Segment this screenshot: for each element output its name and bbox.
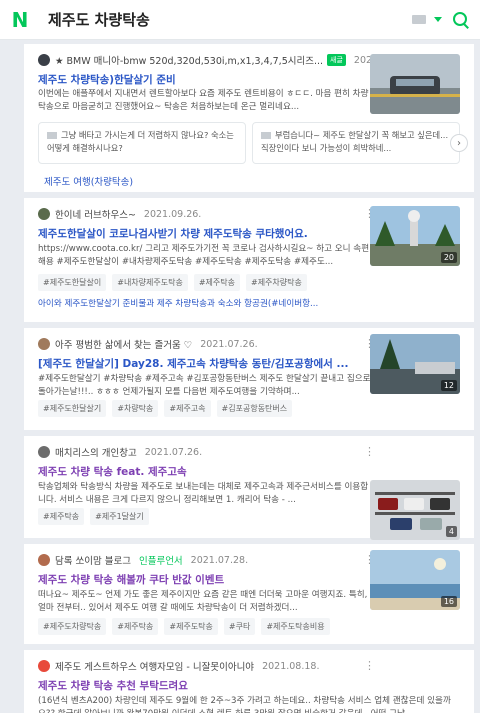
author-name[interactable]: 한이네 러브하우스~ [55, 207, 136, 221]
post-meta: 매치리스의 개인창고 2021.07.26. [38, 444, 418, 460]
hashtag[interactable]: #제주도탁송 [164, 618, 218, 635]
result-card: 한이네 러브하우스~ 2021.09.26. ⋮ 제주도한달살이 코로나검사받기… [24, 198, 474, 322]
tag-list: #제주도차량탁송 #제주탁송 #제주도탁송 #쿠타 #제주도탁송비용 [38, 618, 330, 635]
hashtag[interactable]: #제주탁송 [38, 508, 85, 525]
hashtag[interactable]: #차량탁송 [112, 400, 159, 417]
avatar[interactable] [38, 208, 50, 220]
image-count: 16 [440, 596, 457, 607]
post-date: 2021.09.26. [143, 208, 202, 220]
avatar[interactable] [38, 338, 50, 350]
hashtag[interactable]: #제주차량탁송 [245, 274, 307, 291]
avatar[interactable] [38, 660, 50, 672]
avatar[interactable] [38, 554, 50, 566]
post-date: 2021.07.28. [190, 554, 249, 566]
post-snippet[interactable]: 이번에는 애플쭈에서 지내면서 렌트할아보다 요즘 제주도 렌트비용이 ㅎㄷㄷ.… [38, 88, 372, 114]
image-count: 4 [445, 526, 457, 537]
more-options-icon[interactable]: ⋮ [364, 445, 375, 458]
comment-icon [47, 132, 57, 139]
post-snippet[interactable]: 떠나요~ 제주도~ 언제 가도 좋은 제주이지만 요즘 같은 때엔 더더욱 고마… [38, 589, 372, 615]
author-name[interactable]: ★ BMW 매니아-bmw 520d,320d,530i,m,x1,3,4,7,… [55, 53, 323, 67]
post-title[interactable]: 제주도 차량탁송)한달살기 준비 [38, 72, 368, 87]
author-name[interactable]: 매치리스의 개인창고 [55, 445, 137, 459]
post-meta: 한이네 러브하우스~ 2021.09.26. [38, 206, 418, 222]
post-title[interactable]: 제주도 차량 탁송 해볼까 쿠타 반값 이벤트 [38, 572, 368, 587]
post-title[interactable]: [제주도 한달살기] Day28. 제주고속 차량탁송 동탄/김포공항에서 ..… [38, 356, 368, 371]
comment-icon [261, 132, 271, 139]
hashtag[interactable]: #제주고속 [164, 400, 211, 417]
post-title[interactable]: 제주도 차량 탁송 feat. 제주고속 [38, 464, 368, 479]
hashtag[interactable]: #제주1달살기 [90, 508, 149, 525]
avatar[interactable] [38, 446, 50, 458]
post-thumbnail[interactable]: 12 [370, 334, 460, 394]
post-title[interactable]: 제주도 차량 탁송 추천 부탁드려요 [38, 678, 368, 693]
tag-list: #제주도한달살기 #차량탁송 #제주고속 #김포공항동탄버스 [38, 400, 293, 417]
image-count: 20 [440, 252, 457, 263]
influencer-badge: 인플루언서 [138, 556, 183, 567]
hashtag[interactable]: #제주탁송 [112, 618, 159, 635]
post-meta: 제주도 게스트하우스 여행자모임 - 니잘못이아니야 2021.08.18. [38, 658, 418, 674]
hashtag[interactable]: #제주탁송 [193, 274, 240, 291]
hashtag[interactable]: #내차량제주도탁송 [112, 274, 188, 291]
post-meta: 아주 평범한 삶에서 찾는 즐거움 ♡ 2021.07.26. [38, 336, 418, 352]
post-title[interactable]: 제주도한달살이 코로나검사받기 차량 제주도탁송 쿠타했어요. [38, 226, 368, 241]
author-name[interactable]: 아주 평범한 삶에서 찾는 즐거움 ♡ [55, 337, 192, 351]
hashtag[interactable]: #제주도탁송비용 [261, 618, 330, 635]
result-card: 담록 쏘이맘 블로그 인플루언서 2021.07.28. ⋮ 제주도 차량 탁송… [24, 544, 474, 644]
post-meta: ★ BMW 매니아-bmw 520d,320d,530i,m,x1,3,4,7,… [38, 52, 418, 68]
post-date: 2021.07.26. [200, 338, 258, 350]
related-link[interactable]: 아이와 제주도한달살기 준비물과 제주 차량탁송과 숙소와 항공권(#네이버항.… [38, 297, 368, 309]
more-options-icon[interactable]: ⋮ [364, 659, 375, 672]
result-card: 매치리스의 개인창고 2021.07.26. ⋮ 제주도 차량 탁송 feat.… [24, 436, 474, 540]
result-card: 아주 평범한 삶에서 찾는 즐거움 ♡ 2021.07.26. ⋮ [제주도 한… [24, 328, 474, 430]
post-snippet[interactable]: https://www.coota.co.kr/ 그리고 제주도가기전 꼭 코로… [38, 243, 372, 269]
post-thumbnail[interactable]: 20 [370, 206, 460, 266]
hashtag[interactable]: #제주도한달살이 [38, 274, 107, 291]
image-count: 12 [440, 380, 457, 391]
hashtag[interactable]: #쿠타 [223, 618, 256, 635]
post-snippet[interactable]: 탁송업체와 탁송방식 차량을 제주도로 보내는데는 대체로 제주고속과 제주근서… [38, 481, 372, 507]
result-card: ★ BMW 매니아-bmw 520d,320d,530i,m,x1,3,4,7,… [24, 44, 474, 192]
chevron-right-icon[interactable]: › [450, 134, 468, 152]
keyboard-icon[interactable] [412, 15, 426, 24]
post-snippet[interactable]: #제주도한달살기 #차량탁송 #제주고속 #김포공항동탄버스 제주도 한달살기 … [38, 373, 372, 399]
new-badge: 새글 [327, 54, 346, 66]
search-icon[interactable] [452, 11, 470, 29]
post-meta: 담록 쏘이맘 블로그 인플루언서 2021.07.28. [38, 552, 418, 568]
comment-preview[interactable]: 부럽습니다~ 제주도 한달살기 꼭 해보고 싶은데... 직장인이다 보니 가능… [252, 122, 460, 164]
author-name[interactable]: 제주도 게스트하우스 여행자모임 - 니잘못이아니야 [55, 659, 254, 673]
tag-list: #제주도한달살이 #내차량제주도탁송 #제주탁송 #제주차량탁송 [38, 274, 307, 291]
search-query[interactable]: 제주도 차량탁송 [48, 9, 412, 30]
author-name[interactable]: 담록 쏘이맘 블로그 [55, 553, 131, 567]
hashtag[interactable]: #제주도한달살기 [38, 400, 107, 417]
related-link[interactable]: 제주도 여행(차량탁송) [44, 174, 133, 188]
result-card: 제주도 게스트하우스 여행자모임 - 니잘못이아니야 2021.08.18. ⋮… [24, 650, 474, 713]
post-thumbnail[interactable]: 16 [370, 550, 460, 610]
post-thumbnail[interactable] [370, 54, 460, 114]
post-snippet[interactable]: (16년식 벤츠A200) 차량인데 제주도 9월에 한 2주~3주 가려고 하… [38, 695, 458, 713]
search-header: N 제주도 차량탁송 [0, 0, 480, 40]
post-date: 2021.07.26. [144, 446, 203, 458]
chevron-down-icon[interactable] [434, 17, 442, 22]
hashtag[interactable]: #제주도차량탁송 [38, 618, 107, 635]
hashtag[interactable]: #김포공항동탄버스 [216, 400, 293, 417]
tag-list: #제주탁송 #제주1달살기 [38, 508, 149, 525]
post-thumbnail[interactable]: 4 [370, 480, 460, 540]
comment-preview[interactable]: 그냥 배타고 가시는게 더 저렴하지 않나요? 숙소는 어떻게 해결하시나요? [38, 122, 246, 164]
naver-logo[interactable]: N [0, 0, 40, 40]
avatar[interactable] [38, 54, 50, 66]
post-date: 2021.08.18. [262, 660, 320, 672]
